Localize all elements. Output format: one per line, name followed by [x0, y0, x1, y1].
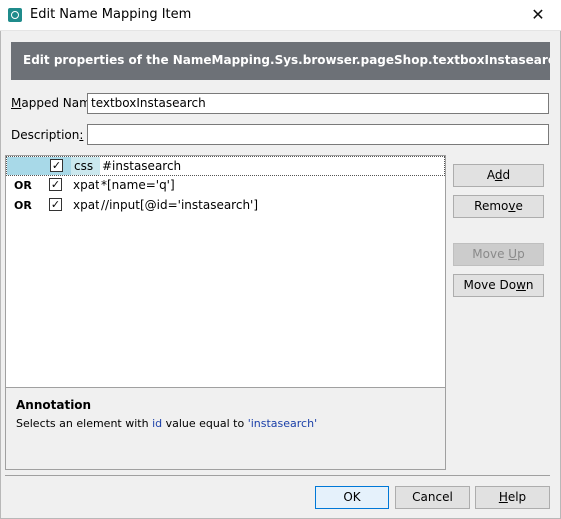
window-title: Edit Name Mapping Item [30, 7, 192, 22]
add-button[interactable]: Add [453, 164, 544, 187]
criteria-type: css [74, 159, 94, 173]
move-down-button[interactable]: Move Down [453, 274, 544, 297]
criteria-checkbox[interactable]: ✓ [50, 159, 63, 172]
help-button[interactable]: Help [475, 486, 550, 509]
criteria-type: xpath [73, 198, 99, 212]
criteria-checkbox[interactable]: ✓ [49, 178, 62, 191]
annotation-panel: Annotation Selects an element with id va… [5, 388, 445, 470]
banner-text: Edit properties of the NameMapping.Sys.b… [23, 53, 550, 67]
description-input[interactable] [87, 124, 549, 145]
remove-button[interactable]: Remove [453, 195, 544, 218]
description-label: Description: [11, 128, 84, 142]
panel-divider [445, 155, 446, 470]
criteria-type: xpath [73, 178, 99, 192]
criteria-row[interactable]: OR ✓ xpath *[name='q'] [6, 176, 445, 196]
move-up-button[interactable]: Move Up [453, 243, 544, 266]
criteria-operator: OR [14, 199, 32, 212]
criteria-row[interactable]: ✓ css #instasearch [6, 156, 445, 176]
cancel-button[interactable]: Cancel [395, 486, 470, 509]
criteria-value: *[name='q'] [101, 178, 175, 192]
header-banner: Edit properties of the NameMapping.Sys.b… [11, 42, 550, 80]
app-icon [8, 8, 22, 22]
criteria-list: ✓ css #instasearch OR ✓ xpath *[name='q'… [5, 155, 445, 388]
annotation-title: Annotation [16, 398, 92, 412]
ok-button[interactable]: OK [315, 486, 389, 509]
criteria-checkbox[interactable]: ✓ [49, 198, 62, 211]
criteria-value: #instasearch [102, 159, 182, 173]
criteria-operator: OR [14, 179, 32, 192]
mapped-name-input[interactable]: textboxInstasearch [87, 93, 549, 114]
criteria-value: //input[@id='instasearch'] [101, 198, 259, 212]
criteria-row[interactable]: OR ✓ xpath //input[@id='instasearch'] [6, 196, 445, 216]
annotation-text: Selects an element with id value equal t… [16, 417, 318, 430]
title-bar: Edit Name Mapping Item ✕ [0, 0, 561, 31]
footer-separator [5, 475, 550, 476]
close-button[interactable]: ✕ [515, 0, 561, 31]
